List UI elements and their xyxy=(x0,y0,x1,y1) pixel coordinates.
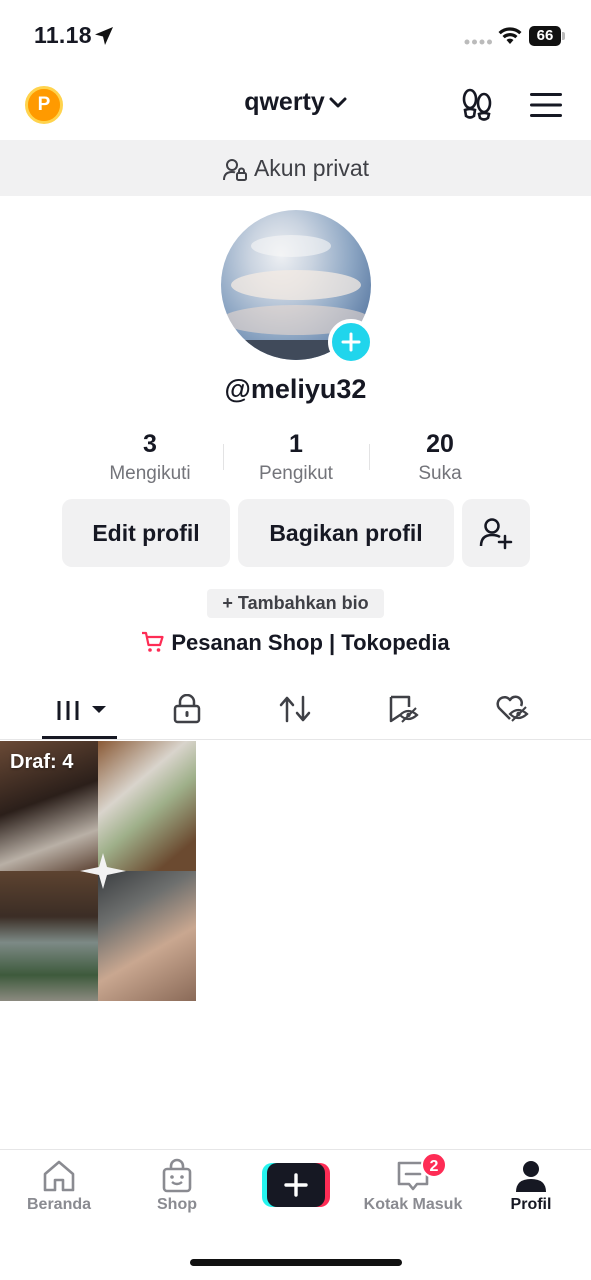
status-time: 11.18 xyxy=(34,22,92,48)
tab-videos[interactable] xyxy=(26,680,134,738)
hidden-heart-icon xyxy=(496,695,529,722)
menu-icon[interactable] xyxy=(530,92,562,118)
plus-icon xyxy=(284,1173,308,1197)
private-account-banner: Akun privat xyxy=(0,140,591,196)
videos-grid-icon xyxy=(57,698,106,720)
nav-profile-label: Profil xyxy=(510,1196,552,1213)
stat-followers-count: 1 xyxy=(289,430,303,458)
stat-following-count: 3 xyxy=(143,430,157,458)
drafts-tile[interactable]: Draf: 4 xyxy=(0,741,196,1001)
profile-handle: @meliyu32 xyxy=(224,374,367,404)
status-bar: 11.18 66 xyxy=(0,0,591,72)
drafts-count-label: Draf: 4 xyxy=(10,751,74,773)
shop-orders-label: Pesanan Shop | Tokopedia xyxy=(171,630,450,655)
tab-private[interactable] xyxy=(133,680,241,738)
tab-saved[interactable] xyxy=(349,680,457,738)
chevron-down-icon xyxy=(329,97,347,108)
nav-profile[interactable]: Profil xyxy=(472,1158,590,1214)
stat-followers[interactable]: 1 Pengikut xyxy=(221,430,371,485)
account-username: qwerty xyxy=(244,88,325,116)
profile-header: P qwerty xyxy=(0,72,591,138)
add-bio-button[interactable]: + Tambahkan bio xyxy=(207,589,384,618)
account-switcher[interactable]: qwerty xyxy=(0,88,591,117)
add-user-icon xyxy=(479,518,513,550)
shop-orders-link[interactable]: Pesanan Shop | Tokopedia xyxy=(0,630,591,656)
edit-profile-button[interactable]: Edit profil xyxy=(62,499,230,567)
location-arrow-icon xyxy=(95,27,113,45)
star-sticker-icon xyxy=(80,853,126,889)
tab-liked[interactable] xyxy=(457,680,565,738)
stat-likes-label: Suka xyxy=(418,463,462,484)
repost-icon xyxy=(279,695,311,723)
signal-dots-icon xyxy=(464,39,492,45)
add-friend-button[interactable] xyxy=(462,499,530,567)
tab-reposts[interactable] xyxy=(241,680,349,738)
nav-shop-label: Shop xyxy=(157,1196,197,1213)
nav-home[interactable]: Beranda xyxy=(0,1158,118,1214)
home-icon xyxy=(43,1160,75,1192)
share-profile-button[interactable]: Bagikan profil xyxy=(238,499,454,567)
battery-level: 66 xyxy=(529,26,561,46)
wifi-icon xyxy=(498,27,522,44)
battery-indicator: 66 xyxy=(529,26,565,46)
lock-icon xyxy=(173,694,201,724)
hidden-bookmark-icon xyxy=(389,695,419,723)
stat-followers-label: Pengikut xyxy=(259,463,333,484)
nav-home-label: Beranda xyxy=(26,1196,92,1213)
profile-tabs xyxy=(0,680,591,740)
cart-icon xyxy=(142,632,164,652)
shopping-bag-icon xyxy=(162,1158,192,1193)
nav-inbox-label: Kotak Masuk xyxy=(363,1196,463,1213)
profile-icon xyxy=(516,1161,546,1192)
plus-icon xyxy=(341,332,361,352)
stat-likes-count: 20 xyxy=(426,430,454,458)
create-post-button[interactable] xyxy=(262,1163,330,1207)
nav-inbox[interactable]: Kotak Masuk xyxy=(354,1158,472,1214)
stat-following[interactable]: 3 Mengikuti xyxy=(75,430,225,485)
nav-shop[interactable]: Shop xyxy=(118,1158,236,1214)
private-user-icon xyxy=(222,158,247,181)
private-account-label: Akun privat xyxy=(253,155,370,181)
inbox-notification-badge: 2 xyxy=(421,1152,447,1178)
tab-active-indicator xyxy=(42,736,117,739)
footprint-icon[interactable] xyxy=(460,87,494,121)
add-avatar-button[interactable] xyxy=(328,319,374,365)
stat-likes[interactable]: 20 Suka xyxy=(365,430,515,485)
home-indicator[interactable] xyxy=(190,1259,402,1266)
stat-following-label: Mengikuti xyxy=(109,463,191,484)
